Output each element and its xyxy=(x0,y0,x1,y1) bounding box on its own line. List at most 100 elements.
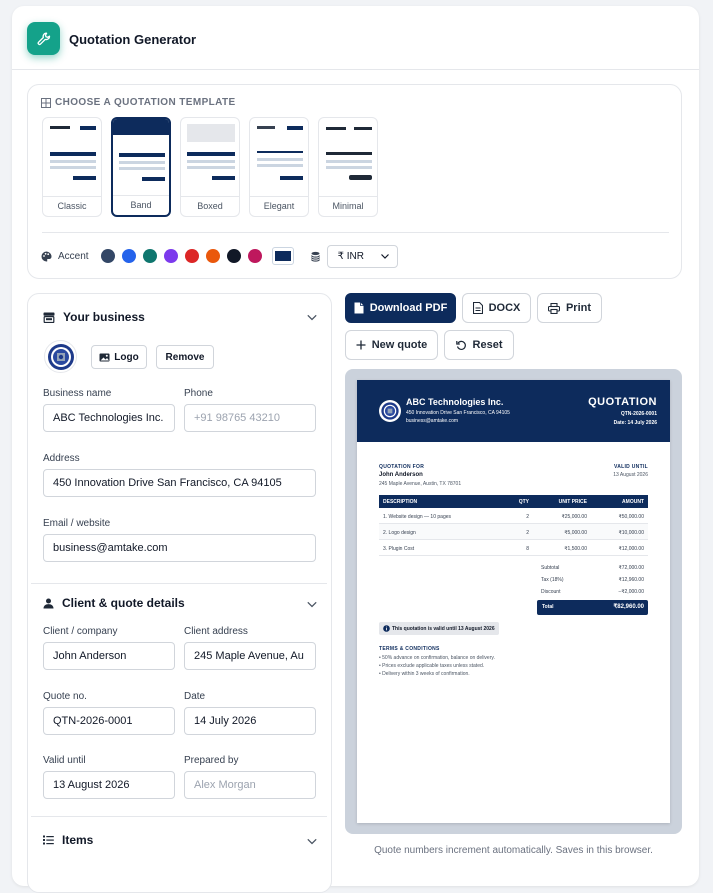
client-company-input[interactable]: John Anderson xyxy=(43,642,175,670)
print-button[interactable]: Print xyxy=(537,293,602,323)
grid-icon xyxy=(41,97,51,108)
client-company-label: Client / company xyxy=(43,626,118,637)
docx-button[interactable]: DOCX xyxy=(462,293,531,323)
currency-select[interactable]: ₹ INR xyxy=(326,244,398,268)
remove-logo-button[interactable]: Remove xyxy=(156,345,214,369)
plus-icon xyxy=(356,340,366,350)
preview-company-address: 450 Innovation Drive San Francisco, CA 9… xyxy=(406,410,510,416)
terms-item: • Delivery within 3 weeks of confirmatio… xyxy=(379,671,470,677)
quote-no-label: Quote no. xyxy=(43,691,87,702)
quote-no-input[interactable]: QTN-2026-0001 xyxy=(43,707,175,735)
download-pdf-button[interactable]: Download PDF xyxy=(345,293,456,323)
app-header: Quotation Generator xyxy=(12,6,699,70)
row-unit-price: ₹1,500.00 xyxy=(564,546,587,552)
print-label: Print xyxy=(565,302,592,314)
client-section-title: Client & quote details xyxy=(62,596,185,610)
business-section-title: Your business xyxy=(63,310,145,324)
quote-paper: ABC Technologies Inc. 450 Innovation Dri… xyxy=(357,380,670,823)
quote-preview-area: ABC Technologies Inc. 450 Innovation Dri… xyxy=(345,369,682,834)
row-unit-price: ₹5,000.00 xyxy=(564,530,587,536)
preview-date: Date: 14 July 2026 xyxy=(613,420,657,426)
logo-upload-button[interactable]: Logo xyxy=(91,345,147,369)
image-icon xyxy=(99,353,110,361)
client-address-label: Client address xyxy=(184,626,248,637)
valid-until-label: Valid until xyxy=(43,755,86,766)
preview-company-name: ABC Technologies Inc. xyxy=(406,397,504,407)
row-unit-price: ₹25,000.00 xyxy=(561,514,587,520)
preview-valid-label: VALID UNTIL xyxy=(613,464,648,470)
email-label: Email / website xyxy=(43,518,111,529)
template-boxed[interactable]: Boxed xyxy=(180,117,240,217)
accent-swatch-red[interactable] xyxy=(184,249,199,263)
remove-button-label: Remove xyxy=(165,351,205,363)
validity-note: This quotation is valid until 13 August … xyxy=(392,626,495,632)
chevron-down-icon[interactable] xyxy=(307,837,317,847)
accent-swatch-blue[interactable] xyxy=(121,249,136,263)
business-logo xyxy=(44,340,77,373)
address-input[interactable]: 450 Innovation Drive San Francisco, CA 9… xyxy=(43,469,316,497)
terms-item-text: Prices exclude applicable taxes unless s… xyxy=(382,663,485,669)
file-pdf-icon xyxy=(354,302,364,314)
terms-item-text: Delivery within 3 weeks of confirmation. xyxy=(382,671,470,677)
address-label: Address xyxy=(43,453,80,464)
template-divider xyxy=(42,232,669,233)
row-qty: 2 xyxy=(526,530,529,536)
preview-doc-title: QUOTATION xyxy=(588,396,657,408)
preview-col-description: DESCRIPTION xyxy=(383,499,418,505)
accent-swatch-purple[interactable] xyxy=(163,249,178,263)
discount-value: −₹2,000.00 xyxy=(618,589,644,595)
printer-icon xyxy=(547,302,560,314)
items-section-header[interactable]: Items xyxy=(43,833,93,847)
template-label: Minimal xyxy=(319,196,377,216)
currency-icon xyxy=(310,251,320,262)
terms-item: • Prices exclude applicable taxes unless… xyxy=(379,663,485,669)
template-band[interactable]: Band xyxy=(111,117,171,217)
logo-seal-icon xyxy=(47,343,74,370)
docx-label: DOCX xyxy=(488,302,521,314)
terms-item-text: 50% advance on confirmation, balance on … xyxy=(382,655,495,661)
file-icon xyxy=(472,302,483,314)
business-section-header[interactable]: Your business xyxy=(43,310,145,324)
business-name-input[interactable]: ABC Technologies Inc. xyxy=(43,404,175,432)
tax-label: Tax (18%) xyxy=(541,577,564,583)
chevron-down-icon[interactable] xyxy=(307,313,317,323)
terms-title: TERMS & CONDITIONS xyxy=(379,646,440,652)
date-input[interactable]: 14 July 2026 xyxy=(184,707,316,735)
logo-seal-icon xyxy=(381,402,399,420)
custom-color-picker[interactable] xyxy=(271,247,294,265)
accent-swatch-teal[interactable] xyxy=(142,249,157,263)
wrench-icon xyxy=(27,22,60,55)
accent-row: Accent ₹ INR xyxy=(41,244,398,268)
new-quote-button[interactable]: New quote xyxy=(345,330,438,360)
template-minimal[interactable]: Minimal xyxy=(318,117,378,217)
valid-until-input[interactable]: 13 August 2026 xyxy=(43,771,175,799)
template-label: Boxed xyxy=(181,196,239,216)
prepared-by-input[interactable]: Alex Morgan xyxy=(184,771,316,799)
row-description: 1. Website design — 10 pages xyxy=(383,514,452,520)
chevron-down-icon[interactable] xyxy=(307,600,317,610)
template-classic[interactable]: Classic xyxy=(42,117,102,217)
client-address-input[interactable]: 245 Maple Avenue, Au xyxy=(184,642,316,670)
download-pdf-label: Download PDF xyxy=(369,302,448,314)
accent-swatch-black[interactable] xyxy=(226,249,241,263)
template-label: Elegant xyxy=(250,196,308,216)
template-elegant[interactable]: Elegant xyxy=(249,117,309,217)
row-amount: ₹12,000.00 xyxy=(618,546,644,552)
row-description: 2. Logo design xyxy=(383,530,416,536)
preview-valid-value: 13 August 2026 xyxy=(613,472,648,478)
row-amount: ₹10,000.00 xyxy=(618,530,644,536)
total-label: Total xyxy=(542,604,554,610)
client-section-header[interactable]: Client & quote details xyxy=(43,596,185,610)
accent-swatch-slate[interactable] xyxy=(100,249,115,263)
reset-button[interactable]: Reset xyxy=(444,330,514,360)
email-input[interactable]: business@amtake.com xyxy=(43,534,316,562)
section-divider xyxy=(31,816,327,817)
accent-swatch-orange[interactable] xyxy=(205,249,220,263)
discount-label: Discount xyxy=(541,589,561,595)
accent-swatch-pink[interactable] xyxy=(247,249,262,263)
footer-note: Quote numbers increment automatically. S… xyxy=(374,845,653,856)
items-section-title: Items xyxy=(62,833,94,847)
new-quote-label: New quote xyxy=(371,339,428,351)
phone-input[interactable]: +91 98765 43210 xyxy=(184,404,316,432)
phone-label: Phone xyxy=(184,388,213,399)
